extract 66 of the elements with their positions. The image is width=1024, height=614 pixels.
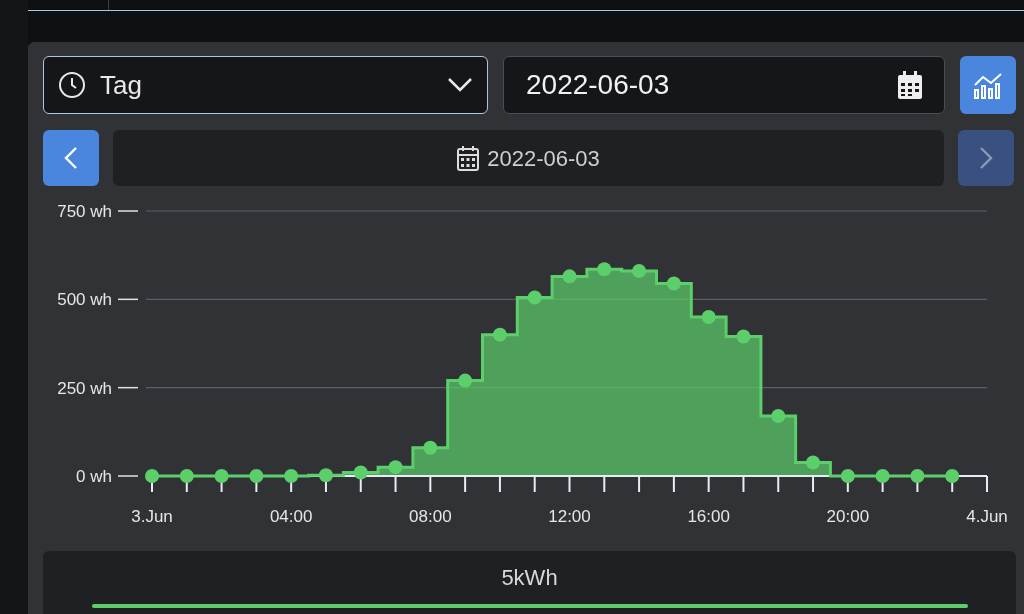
tick-mark [117,298,139,301]
tick-mark [603,475,606,493]
data-point [666,276,681,291]
data-point [736,329,751,344]
data-point [458,373,473,388]
previous-button[interactable] [43,130,99,186]
tick-mark [812,475,815,493]
data-point [318,468,333,483]
data-point [840,469,855,483]
clock-icon [58,71,86,99]
period-select[interactable]: Tag [43,56,488,114]
tick-mark [117,386,139,389]
y-axis-label: 500 wh [57,290,112,310]
data-point [562,269,577,284]
x-axis-label: 4.Jun [966,507,1008,526]
data-point [388,460,403,475]
data-point [945,469,960,483]
data-point [145,469,159,483]
x-axis-label: 08:00 [409,507,452,526]
chevron-down-icon [447,77,473,93]
tick-mark [117,210,139,212]
x-axis-label: 04:00 [269,507,313,526]
data-point [875,469,890,483]
data-point [597,262,612,277]
x-axis-label: 16:00 [687,507,730,526]
data-point [284,469,299,483]
chart-view-button[interactable] [960,56,1016,114]
data-point [527,290,542,305]
total-energy: 5kWh [501,564,558,592]
data-point [632,264,647,279]
data-point [806,455,821,470]
tick-mark [533,475,536,493]
calendar-icon [457,145,480,171]
x-axis-label: 12:00 [548,507,591,526]
y-axis-label: 250 wh [57,378,112,398]
tick-mark [742,475,745,493]
tick-mark [707,475,710,493]
y-axis-label: 0 wh [76,467,112,486]
data-point [249,469,264,483]
tick-mark [394,475,397,493]
tick-mark [777,475,780,493]
x-axis-label: 20:00 [826,507,870,526]
date-label: 2022-06-03 [487,144,600,173]
tick-mark [568,475,571,493]
tick-mark [429,475,432,493]
chevron-left-icon [64,146,78,170]
data-point [492,327,507,342]
tick-mark [638,475,641,493]
tick-mark [672,475,675,493]
data-point [214,469,229,483]
data-point [771,408,786,423]
data-point [423,440,438,455]
tick-mark [986,475,988,493]
tick-mark [498,475,501,493]
date-field[interactable]: 2022-06-03 [503,56,945,114]
x-axis-label: 3.Jun [131,507,173,526]
data-point [179,469,194,483]
data-point [910,469,925,483]
data-point [701,310,716,324]
line-bar-chart-icon [972,71,1004,99]
tick-mark [464,475,467,493]
chevron-right-icon [979,146,993,170]
y-axis-label: 750 wh [57,202,112,221]
data-point [353,465,368,480]
calendar-icon [898,71,922,99]
tick-mark [117,475,139,477]
